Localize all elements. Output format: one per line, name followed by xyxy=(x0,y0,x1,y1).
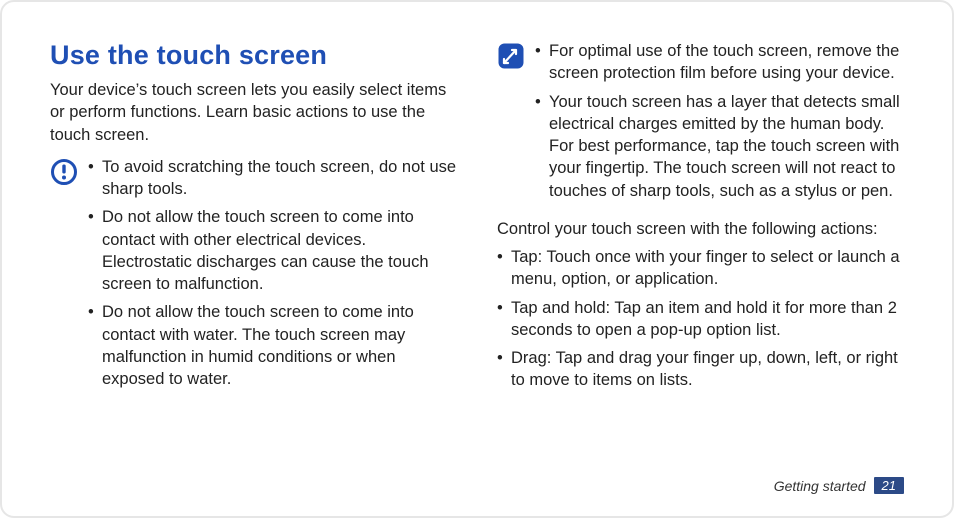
page: Use the touch screen Your device’s touch… xyxy=(0,0,954,518)
columns: Use the touch screen Your device’s touch… xyxy=(50,40,904,406)
list-item: Your touch screen has a layer that detec… xyxy=(535,91,904,202)
list-item: To avoid scratching the touch screen, do… xyxy=(88,156,457,201)
footer-section-name: Getting started xyxy=(774,478,866,494)
tip-block: For optimal use of the touch screen, rem… xyxy=(497,40,904,208)
list-item: For optimal use of the touch screen, rem… xyxy=(535,40,904,85)
caution-block: To avoid scratching the touch screen, do… xyxy=(50,156,457,397)
left-column: Use the touch screen Your device’s touch… xyxy=(50,40,457,406)
list-item: Tap: Touch once with your finger to sele… xyxy=(497,246,904,291)
tip-icon xyxy=(497,42,525,70)
actions-intro: Control your touch screen with the follo… xyxy=(497,218,904,240)
list-item: Drag: Tap and drag your finger up, down,… xyxy=(497,347,904,392)
right-column: For optimal use of the touch screen, rem… xyxy=(497,40,904,406)
actions-list: Tap: Touch once with your finger to sele… xyxy=(497,246,904,392)
list-item: Do not allow the touch screen to come in… xyxy=(88,206,457,295)
caution-icon xyxy=(50,158,78,186)
list-item: Do not allow the touch screen to come in… xyxy=(88,301,457,390)
tip-list: For optimal use of the touch screen, rem… xyxy=(535,40,904,208)
page-footer: Getting started 21 xyxy=(774,477,904,494)
list-item: Tap and hold: Tap an item and hold it fo… xyxy=(497,297,904,342)
caution-list: To avoid scratching the touch screen, do… xyxy=(88,156,457,397)
footer-page-number: 21 xyxy=(874,477,904,494)
intro-paragraph: Your device’s touch screen lets you easi… xyxy=(50,79,457,146)
section-title: Use the touch screen xyxy=(50,40,457,71)
